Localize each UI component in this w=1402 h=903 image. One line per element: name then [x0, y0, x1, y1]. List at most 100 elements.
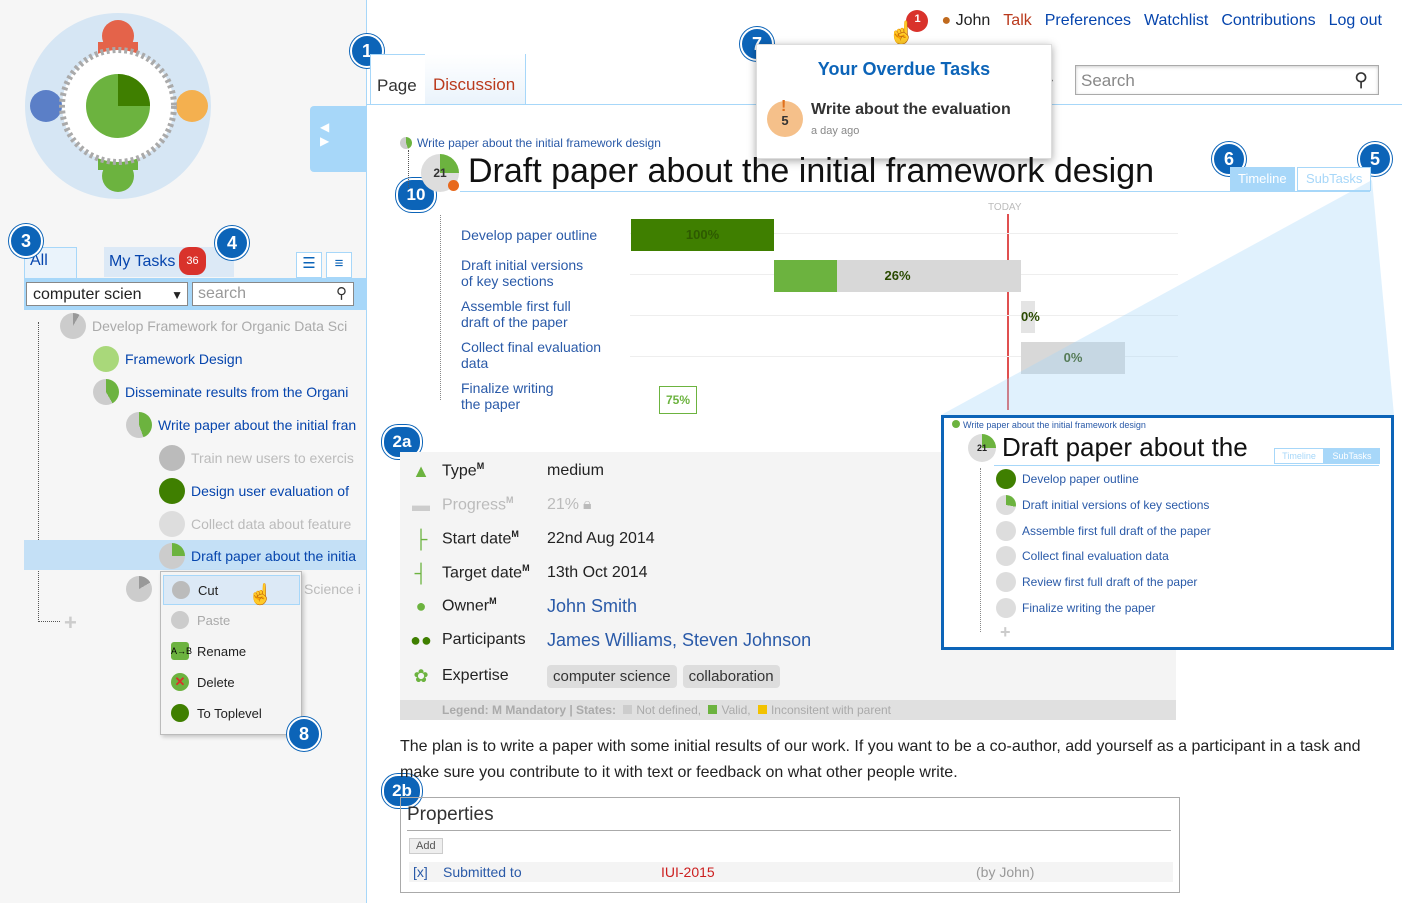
- zoom-timeline-button[interactable]: Timeline: [1274, 448, 1324, 464]
- title-underline: [994, 465, 1379, 466]
- task-state-icon: [996, 598, 1016, 618]
- tree-item-label: Write paper about the initial fran: [158, 417, 357, 433]
- zoom-subtask[interactable]: Assemble first full draft of the paper: [996, 520, 1211, 542]
- tab-page[interactable]: Page: [370, 54, 425, 105]
- legend-bar: Legend: M Mandatory | States: Not define…: [400, 700, 1176, 720]
- menu-item-paste[interactable]: Paste: [163, 606, 298, 634]
- overdue-task-time: a day ago: [811, 125, 860, 137]
- gantt-task-label: draft of the paper: [461, 314, 568, 330]
- breadcrumb[interactable]: Write paper about the initial framework …: [400, 136, 661, 150]
- cut-icon: [172, 581, 190, 599]
- expertise-chip[interactable]: collaboration: [682, 664, 780, 688]
- delete-icon: ✕: [171, 673, 189, 691]
- participants-value[interactable]: James Williams, Steven Johnson: [547, 630, 811, 651]
- gantt-task-link[interactable]: Assemble first full draft of the paper: [461, 298, 631, 330]
- owner-value[interactable]: John Smith: [547, 596, 637, 617]
- zoom-subtask[interactable]: Finalize writing the paper: [996, 597, 1155, 619]
- tree-search-input[interactable]: search ⚲: [192, 282, 354, 306]
- zoom-page-title: Draft paper about the: [1002, 432, 1248, 462]
- tree-item[interactable]: Collect data about feature: [159, 509, 351, 539]
- zoom-subtask-label: Draft initial versions of key sections: [1022, 498, 1210, 512]
- remove-property-button[interactable]: [x]: [413, 862, 428, 882]
- type-value[interactable]: medium: [547, 462, 604, 480]
- expertise-chip[interactable]: computer science: [547, 664, 677, 688]
- task-state-icon: [996, 521, 1016, 541]
- gantt-task-label: Assemble first full: [461, 298, 571, 314]
- progress-label: ProgressM: [442, 495, 514, 514]
- sidebar: ◀▶ All Tasks My Tasks36 ☰ ≡ computer sci…: [0, 0, 367, 903]
- gantt-task-link[interactable]: Develop paper outline: [461, 227, 631, 243]
- talk-link[interactable]: Talk: [1003, 12, 1031, 30]
- contributions-link[interactable]: Contributions: [1221, 12, 1315, 30]
- zoom-subtask-label: Review first full draft of the paper: [1022, 575, 1198, 589]
- gantt-task-label: data: [461, 355, 489, 371]
- task-state-icon: [996, 495, 1016, 515]
- zoom-subtasks-button[interactable]: SubTasks: [1324, 448, 1380, 464]
- expand-tree-icon[interactable]: ☰: [296, 252, 322, 278]
- tree-item-label: Train new users to exercis: [191, 450, 354, 466]
- task-state-icon: [996, 572, 1016, 592]
- collapse-arrows-icon: ◀ ▶: [320, 120, 330, 148]
- tab-discussion-label: Discussion: [433, 75, 516, 94]
- tree-item-selected[interactable]: Draft paper about the initia: [159, 541, 356, 571]
- info-row-progress: ▬ ProgressM 21% 🔒︎: [410, 490, 592, 520]
- tree-item[interactable]: Disseminate results from the Organi: [93, 377, 348, 407]
- tree-line: [38, 621, 60, 623]
- menu-item-cut[interactable]: Cut: [163, 575, 300, 605]
- gantt-task-link[interactable]: Collect final evaluation data: [461, 339, 631, 371]
- tree-item-label: Collect data about feature: [191, 516, 352, 532]
- collapse-sidebar-button[interactable]: ◀ ▶: [310, 106, 366, 172]
- tree-item[interactable]: Develop Framework for Organic Data Sci: [60, 311, 347, 341]
- zoom-subtask[interactable]: Review first full draft of the paper: [996, 571, 1197, 593]
- logout-link[interactable]: Log out: [1329, 12, 1382, 30]
- properties-title: Properties: [407, 804, 494, 825]
- zoom-subtask[interactable]: Collect final evaluation data: [996, 545, 1169, 567]
- parent-task-icon: [952, 420, 960, 428]
- user-icon: ●: [941, 12, 952, 29]
- expertise-filter-value: computer scien: [33, 286, 142, 303]
- properties-box: Properties Add [x] Submitted to IUI-2015…: [400, 797, 1180, 893]
- add-task-icon[interactable]: +: [64, 610, 77, 636]
- tab-my-tasks-label: My Tasks: [109, 253, 176, 270]
- collapse-tree-icon[interactable]: ≡: [326, 252, 352, 278]
- start-date-icon: ├: [414, 528, 428, 549]
- watchlist-link[interactable]: Watchlist: [1144, 12, 1208, 30]
- expertise-filter-select[interactable]: computer scien ▼: [26, 282, 188, 306]
- property-value[interactable]: IUI-2015: [661, 862, 715, 882]
- tree-item[interactable]: Write paper about the initial fran: [126, 410, 356, 440]
- search-input[interactable]: Search ⚲: [1075, 65, 1379, 95]
- menu-item-rename[interactable]: A→B Rename: [163, 637, 298, 665]
- tab-discussion[interactable]: Discussion: [425, 54, 526, 104]
- gantt-task-label: Finalize writing: [461, 380, 554, 396]
- add-property-button[interactable]: Add: [409, 838, 443, 854]
- info-row-type: ▲ TypeM medium: [410, 456, 604, 486]
- zoom-breadcrumb[interactable]: Write paper about the initial framework …: [952, 420, 1146, 430]
- tree-item[interactable]: Design user evaluation of: [159, 476, 349, 506]
- gantt-milestone[interactable]: 75%: [659, 386, 697, 414]
- menu-item-delete[interactable]: ✕ Delete: [163, 668, 298, 696]
- menu-item-toplevel-label: To Toplevel: [197, 705, 262, 721]
- menu-item-to-toplevel[interactable]: To Toplevel: [163, 699, 298, 727]
- preferences-link[interactable]: Preferences: [1045, 12, 1131, 30]
- tree-item[interactable]: Train new users to exercis: [159, 443, 354, 473]
- tree-line: [38, 322, 40, 622]
- tab-my-tasks[interactable]: My Tasks 36: [104, 247, 234, 277]
- gantt-task-link[interactable]: Finalize writing the paper: [461, 380, 631, 412]
- zoom-subtask-label: Develop paper outline: [1022, 472, 1139, 486]
- legend-swatch-undefined: [623, 705, 633, 714]
- zoom-subtask[interactable]: Develop paper outline: [996, 468, 1139, 490]
- zoom-breadcrumb-label: Write paper about the initial framework …: [963, 420, 1146, 430]
- user-link[interactable]: ● John: [941, 12, 990, 30]
- tree-item[interactable]: Framework Design: [93, 344, 242, 374]
- gantt-bar[interactable]: 100%: [631, 219, 774, 251]
- target-date-value[interactable]: 13th Oct 2014: [547, 564, 648, 582]
- tree-line: [980, 468, 982, 632]
- start-date-value[interactable]: 22nd Aug 2014: [547, 530, 655, 548]
- zoom-subtask-label: Collect final evaluation data: [1022, 549, 1169, 563]
- my-tasks-count-badge: 36: [179, 247, 206, 275]
- expertise-label: Expertise: [442, 667, 509, 684]
- gantt-task-link[interactable]: Draft initial versions of key sections: [461, 257, 631, 289]
- zoom-subtask[interactable]: Draft initial versions of key sections: [996, 494, 1209, 516]
- add-subtask-icon[interactable]: +: [1000, 622, 1011, 643]
- overdue-task-link[interactable]: Write about the evaluation: [811, 101, 1011, 119]
